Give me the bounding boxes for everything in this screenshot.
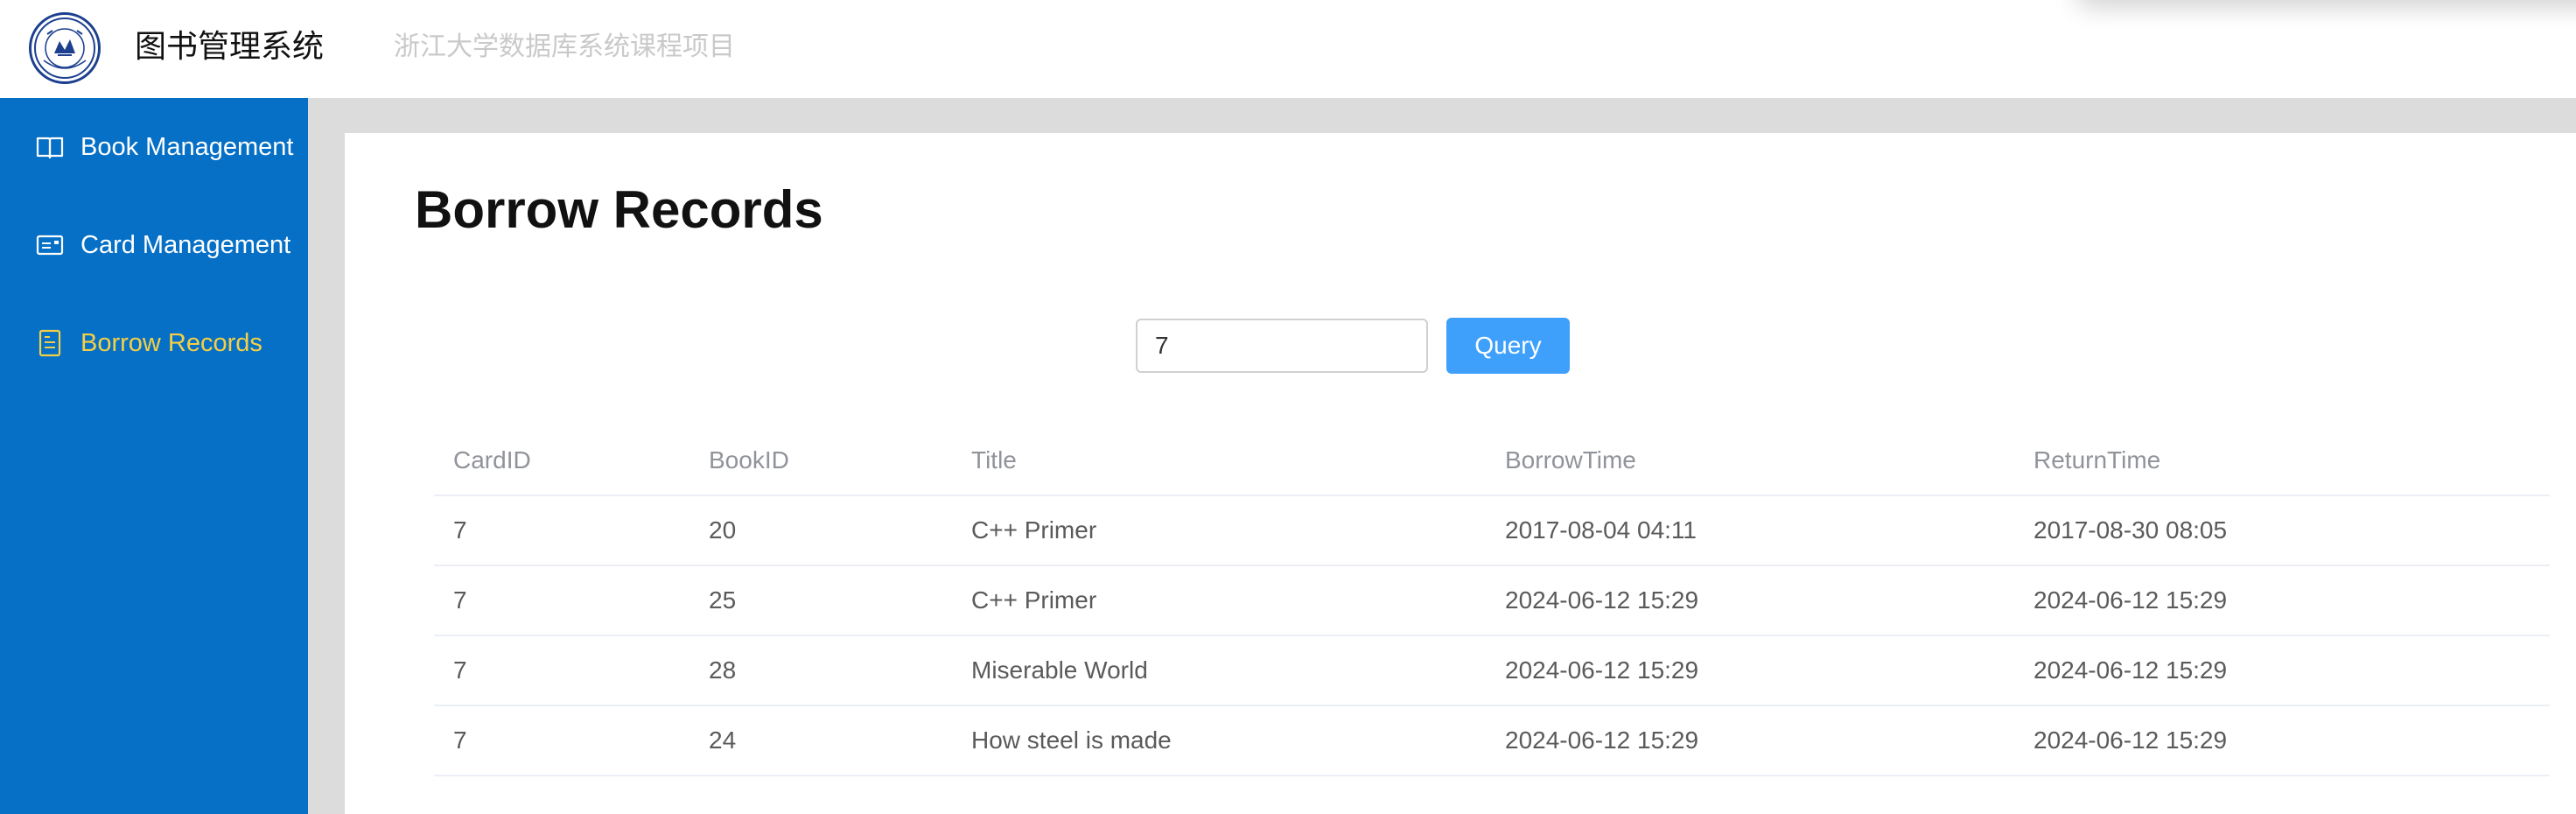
app-title: 图书管理系统 bbox=[135, 29, 325, 65]
cell-returntime: 2024-06-12 15:29 bbox=[2014, 635, 2550, 706]
cell-borrowtime: 2024-06-12 15:29 bbox=[1486, 565, 2014, 636]
sidebar-item-book-management[interactable]: Book Management bbox=[0, 98, 308, 196]
top-header: 图书管理系统 浙江大学数据库系统课程项目 bbox=[0, 0, 2576, 98]
borrow-records-table: CardID BookID Title BorrowTime ReturnTim… bbox=[434, 425, 2550, 776]
column-header-returntime[interactable]: ReturnTime bbox=[2014, 425, 2550, 496]
cell-bookid: 25 bbox=[690, 565, 952, 636]
column-header-bookid[interactable]: BookID bbox=[690, 425, 952, 496]
card-id-query-input[interactable] bbox=[1136, 319, 1428, 373]
sidebar: Book Management Card Management Borrow R… bbox=[0, 98, 308, 814]
sidebar-item-borrow-records[interactable]: Borrow Records bbox=[0, 294, 308, 392]
cell-cardid: 7 bbox=[434, 705, 690, 776]
table-row[interactable]: 7 28 Miserable World 2024-06-12 15:29 20… bbox=[434, 635, 2550, 706]
cell-title: C++ Primer bbox=[952, 495, 1486, 566]
cell-returntime: 2024-06-12 15:29 bbox=[2014, 565, 2550, 636]
university-seal-icon bbox=[29, 12, 101, 84]
cell-returntime: 2024-06-12 15:29 bbox=[2014, 705, 2550, 776]
app-subtitle: 浙江大学数据库系统课程项目 bbox=[394, 32, 735, 62]
column-header-borrowtime[interactable]: BorrowTime bbox=[1486, 425, 2014, 496]
id-card-icon bbox=[35, 230, 65, 260]
cell-returntime: 2017-08-30 08:05 bbox=[2014, 495, 2550, 566]
cell-title: How steel is made bbox=[952, 705, 1486, 776]
table-row[interactable]: 7 25 C++ Primer 2024-06-12 15:29 2024-06… bbox=[434, 565, 2550, 636]
column-header-cardid[interactable]: CardID bbox=[434, 425, 690, 496]
cell-bookid: 24 bbox=[690, 705, 952, 776]
sidebar-item-label: Card Management bbox=[80, 230, 291, 259]
book-open-icon bbox=[35, 132, 65, 162]
page-title: Borrow Records bbox=[415, 180, 823, 239]
cell-cardid: 7 bbox=[434, 635, 690, 706]
document-list-icon bbox=[35, 328, 65, 358]
column-header-title[interactable]: Title bbox=[952, 425, 1486, 496]
cell-bookid: 20 bbox=[690, 495, 952, 566]
cell-cardid: 7 bbox=[434, 495, 690, 566]
sidebar-item-label: Borrow Records bbox=[80, 328, 262, 357]
sidebar-item-label: Book Management bbox=[80, 132, 294, 161]
query-button[interactable]: Query bbox=[1446, 318, 1570, 374]
cell-borrowtime: 2024-06-12 15:29 bbox=[1486, 635, 2014, 706]
table-row[interactable]: 7 20 C++ Primer 2017-08-04 04:11 2017-08… bbox=[434, 495, 2550, 566]
sidebar-item-card-management[interactable]: Card Management bbox=[0, 196, 308, 294]
cell-borrowtime: 2024-06-12 15:29 bbox=[1486, 705, 2014, 776]
cell-bookid: 28 bbox=[690, 635, 952, 706]
cell-borrowtime: 2017-08-04 04:11 bbox=[1486, 495, 2014, 566]
table-row[interactable]: 7 24 How steel is made 2024-06-12 15:29 … bbox=[434, 705, 2550, 776]
table-header-row: CardID BookID Title BorrowTime ReturnTim… bbox=[434, 425, 2550, 496]
cell-cardid: 7 bbox=[434, 565, 690, 636]
cell-title: Miserable World bbox=[952, 635, 1486, 706]
cell-title: C++ Primer bbox=[952, 565, 1486, 636]
